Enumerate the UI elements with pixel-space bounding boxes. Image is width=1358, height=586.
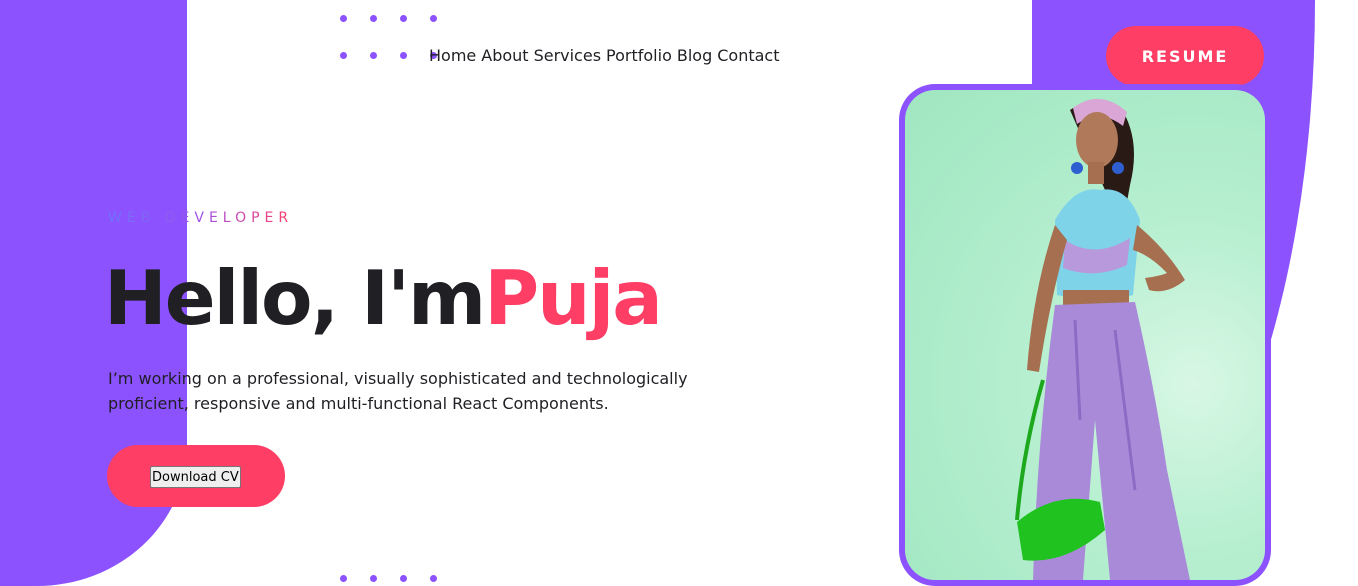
nav-link-services[interactable]: Services: [534, 46, 601, 65]
hero-description: I’m working on a professional, visually …: [108, 369, 688, 413]
dot: [400, 52, 407, 59]
greeting-text: Hello, I'm: [104, 254, 486, 342]
nav-link-contact[interactable]: Contact: [717, 46, 779, 65]
dot: [400, 15, 407, 22]
dot: [370, 52, 377, 59]
dot: [400, 575, 407, 582]
dot: [340, 575, 347, 582]
dot: [340, 52, 347, 59]
dot-grid-icon: [340, 15, 437, 22]
dot: [370, 15, 377, 22]
role-subtitle: WEB DEVELOPER: [108, 210, 294, 226]
dot-grid-icon: [340, 575, 437, 582]
nav-link-home[interactable]: Home: [429, 46, 476, 65]
download-cv-button[interactable]: Download CV: [150, 466, 241, 488]
dot: [370, 575, 377, 582]
nav-link-portfolio[interactable]: Portfolio: [606, 46, 672, 65]
name-text: Puja: [484, 254, 663, 342]
main-nav: Home About Services Portfolio Blog Conta…: [429, 46, 779, 65]
nav-link-blog[interactable]: Blog: [677, 46, 712, 65]
dot: [430, 15, 437, 22]
nav-link-about[interactable]: About: [481, 46, 528, 65]
person-illustration: [1015, 98, 1190, 580]
resume-button[interactable]: RESUME: [1106, 26, 1264, 86]
profile-photo: [905, 90, 1265, 580]
dot: [340, 15, 347, 22]
hero-heading: Hello, I'mPuja: [104, 248, 663, 348]
dot: [430, 575, 437, 582]
dot-grid-icon: [340, 52, 437, 59]
